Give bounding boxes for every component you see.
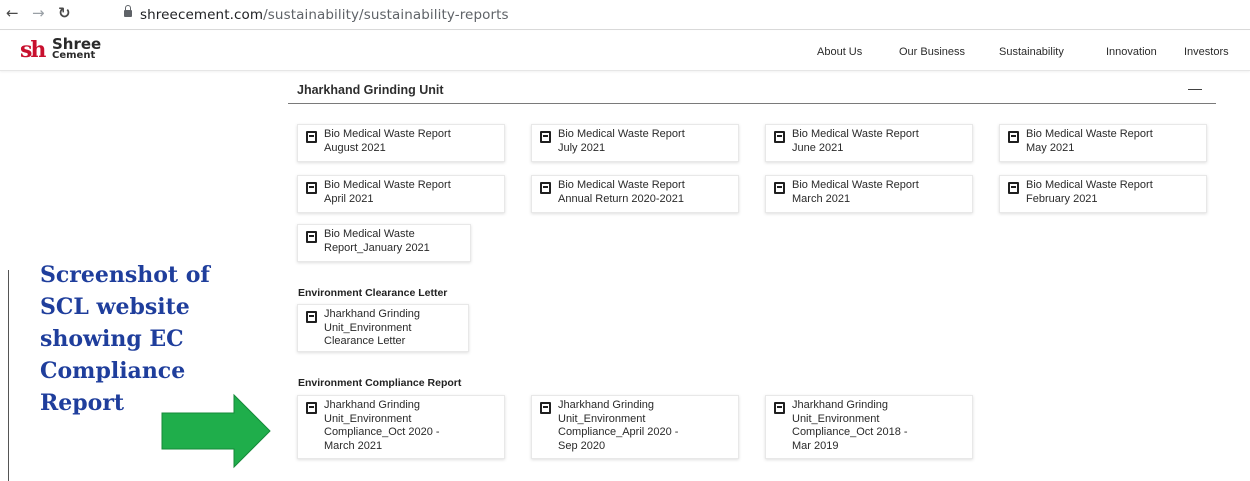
report-period: July 2021	[558, 141, 606, 154]
report-title: Bio Medical Waste Report	[324, 128, 451, 140]
document-icon	[306, 231, 317, 243]
report-title: Bio Medical Waste Report	[792, 179, 919, 191]
report-card[interactable]: Jharkhand Grinding Unit_Environment Comp…	[297, 395, 505, 459]
report-card[interactable]: Bio Medical Waste Report March 2021	[765, 175, 973, 213]
report-title: Jharkhand Grinding Unit_Environment Clea…	[324, 308, 421, 347]
document-icon	[306, 402, 317, 414]
group-heading-clearance: Environment Clearance Letter	[298, 287, 448, 299]
section-title[interactable]: Jharkhand Grinding Unit	[297, 83, 444, 97]
report-title: Bio Medical Waste	[324, 228, 415, 240]
site-header: sh Shree Cement About Us Our Business Su…	[0, 31, 1250, 71]
group-heading-compliance: Environment Compliance Report	[298, 377, 462, 389]
report-card[interactable]: Jharkhand Grinding Unit_Environment Comp…	[531, 395, 739, 459]
logo-subtitle: Cement	[52, 50, 96, 61]
left-edge-line	[8, 270, 9, 481]
report-card[interactable]: Jharkhand Grinding Unit_Environment Comp…	[765, 395, 973, 459]
screenshot-stage: ← → ↻ shreecement.com/sustainability/sus…	[0, 0, 1250, 481]
nav-our-business[interactable]: Our Business	[899, 46, 965, 58]
report-title: Bio Medical Waste Report	[558, 179, 685, 191]
document-icon	[540, 131, 551, 143]
report-period: Annual Return 2020-2021	[558, 192, 684, 205]
report-card[interactable]: Bio Medical Waste Report May 2021	[999, 124, 1207, 162]
report-title: Bio Medical Waste Report	[324, 179, 451, 191]
report-title: Bio Medical Waste Report	[792, 128, 919, 140]
report-card[interactable]: Bio Medical Waste Report Annual Return 2…	[531, 175, 739, 213]
reload-icon[interactable]: ↻	[58, 4, 71, 22]
nav-innovation[interactable]: Innovation	[1106, 46, 1157, 58]
nav-investors[interactable]: Investors	[1184, 46, 1229, 58]
report-title: Bio Medical Waste Report	[1026, 128, 1153, 140]
report-card[interactable]: Bio Medical Waste Report_January 2021	[297, 224, 471, 262]
document-icon	[540, 402, 551, 414]
document-icon	[1008, 131, 1019, 143]
arrow-right-annotation-icon	[161, 393, 271, 469]
report-card[interactable]: Bio Medical Waste Report June 2021	[765, 124, 973, 162]
lock-icon	[124, 5, 132, 17]
arrow-right-icon[interactable]: →	[32, 4, 45, 22]
report-card[interactable]: Bio Medical Waste Report April 2021	[297, 175, 505, 213]
arrow-left-icon[interactable]: ←	[6, 4, 19, 22]
url-field[interactable]: shreecement.com/sustainability/sustainab…	[140, 7, 509, 23]
nav-about-us[interactable]: About Us	[817, 46, 862, 58]
document-icon	[306, 182, 317, 194]
report-card[interactable]: Bio Medical Waste Report August 2021	[297, 124, 505, 162]
nav-sustainability[interactable]: Sustainability	[999, 46, 1064, 58]
report-period: June 2021	[792, 141, 844, 154]
section-divider	[288, 103, 1216, 104]
report-title: Jharkhand Grinding Unit_Environment Comp…	[792, 399, 908, 452]
report-period: March 2021	[792, 192, 851, 205]
document-icon	[306, 131, 317, 143]
document-icon	[306, 311, 317, 323]
document-icon	[1008, 182, 1019, 194]
report-title: Bio Medical Waste Report	[558, 128, 685, 140]
report-card[interactable]: Bio Medical Waste Report February 2021	[999, 175, 1207, 213]
document-icon	[540, 182, 551, 194]
report-title: Jharkhand Grinding Unit_Environment Comp…	[558, 399, 679, 452]
report-card[interactable]: Jharkhand Grinding Unit_Environment Clea…	[297, 304, 469, 352]
logo-name[interactable]: Shree	[52, 37, 101, 52]
report-title: Jharkhand Grinding Unit_Environment Comp…	[324, 399, 440, 452]
document-icon	[774, 182, 785, 194]
collapse-icon[interactable]: —	[1188, 80, 1202, 96]
logo-mark[interactable]: sh	[20, 39, 46, 61]
report-period: May 2021	[1026, 141, 1075, 154]
browser-address-bar: ← → ↻ shreecement.com/sustainability/sus…	[0, 0, 1250, 30]
report-title: Bio Medical Waste Report	[1026, 179, 1153, 191]
report-period: April 2021	[324, 192, 374, 205]
report-period: February 2021	[1026, 192, 1098, 205]
document-icon	[774, 402, 785, 414]
report-period: August 2021	[324, 141, 386, 154]
report-card[interactable]: Bio Medical Waste Report July 2021	[531, 124, 739, 162]
document-icon	[774, 131, 785, 143]
report-period: Report_January 2021	[324, 241, 430, 254]
